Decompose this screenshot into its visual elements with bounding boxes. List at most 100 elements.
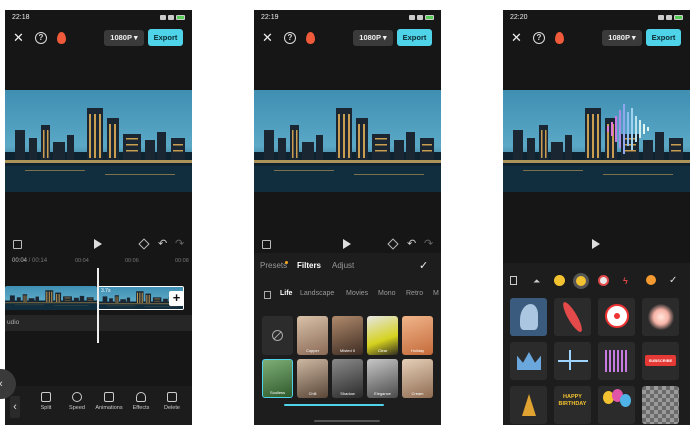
resolution-dropdown[interactable]: 1080P ▾ [104,30,144,46]
delete-button[interactable]: Delete [157,392,187,411]
audio-track[interactable]: udio [5,315,192,331]
close-icon[interactable]: ✕ [262,31,273,45]
play-icon[interactable] [592,239,600,249]
sticker-waveform[interactable] [598,342,635,380]
clip-duration: 3.7s [101,288,111,294]
battery-icon [674,14,683,20]
signal-icon [168,14,174,20]
filter-thumb[interactable]: Holiday [402,316,433,355]
sticker-crown[interactable] [510,342,547,380]
sticker-heart-icon[interactable] [598,275,609,286]
category-more[interactable]: M [433,290,439,297]
top-bar: ✕ ? 1080P ▾ Export [503,28,690,50]
filter-intensity-slider[interactable] [284,404,384,406]
help-icon[interactable]: ? [533,32,545,44]
filter-thumb[interactable]: Elegance [367,359,398,398]
ruler-tick: 00:08 [175,258,189,264]
redo-icon[interactable]: ↷ [424,237,433,250]
status-icons [658,14,683,20]
filter-thumb[interactable]: Clear [367,316,398,355]
bottom-toolbar: Split Speed Animations Effects Delete [5,386,192,425]
bookmark-icon[interactable] [264,291,271,299]
export-button[interactable]: Export [148,29,183,46]
effects-button[interactable]: Effects [126,392,156,411]
toolbar-back-button[interactable]: ‹ [10,396,20,418]
sticker-birthday[interactable]: HAPPY BIRTHDAY [554,386,591,424]
confirm-check-icon[interactable]: ✓ [669,275,677,287]
keyframe-icon[interactable] [138,238,150,250]
undo-icon[interactable]: ↶ [407,237,416,250]
effects-icon [136,392,146,402]
close-icon[interactable]: ✕ [13,31,24,45]
video-preview[interactable] [5,90,192,192]
emoji-smile-icon[interactable] [554,275,565,286]
fullscreen-icon[interactable] [262,240,271,249]
filter-thumb[interactable]: Shadow [332,359,363,398]
resolution-dropdown[interactable]: 1080P ▾ [353,30,393,46]
fullscreen-icon[interactable] [13,240,22,249]
battery-icon [425,14,434,20]
speed-button[interactable]: Speed [62,392,92,411]
fire-icon[interactable] [555,32,564,44]
new-dot-icon [285,261,288,264]
sticker-bolt-icon[interactable]: ϟ [623,275,628,287]
category-movies[interactable]: Movies [346,290,368,297]
sticker-party[interactable] [510,386,547,424]
sticker-clown[interactable] [598,298,635,336]
export-button[interactable]: Export [397,29,432,46]
help-icon[interactable]: ? [35,32,47,44]
confirm-check-icon[interactable]: ✓ [419,259,428,272]
add-clip-button[interactable]: + [169,291,184,306]
export-button[interactable]: Export [646,29,681,46]
emoji-selected-icon[interactable] [573,273,589,289]
filter-thumb[interactable]: Copper [297,316,328,355]
resolution-dropdown[interactable]: 1080P ▾ [602,30,642,46]
filter-name: Holiday [410,348,425,353]
bookmark-icon[interactable] [510,276,517,285]
playhead[interactable] [97,268,99,343]
split-button[interactable]: Split [31,392,61,411]
sticker-heart-glow[interactable] [642,298,679,336]
sticker-pixel-mosaic[interactable] [642,386,679,424]
close-icon[interactable]: ✕ [511,31,522,45]
redo-icon[interactable]: ↷ [175,237,184,250]
help-icon[interactable]: ? [284,32,296,44]
undo-icon[interactable]: ↶ [158,237,167,250]
tab-adjust[interactable]: Adjust [332,261,354,270]
category-mono[interactable]: Mono [378,290,396,297]
top-bar: ✕ ? 1080P ▾ Export [254,28,441,50]
play-icon[interactable] [343,239,351,249]
tab-filters[interactable]: Filters [297,261,321,270]
filter-thumb-selected[interactable]: Soulless [262,359,293,398]
fire-icon[interactable] [57,32,66,44]
animations-button[interactable]: Animations [94,392,124,411]
phone-filters: 22:19 ✕ ? 1080P ▾ Export ↶ ↷ Presets Fil… [254,10,441,425]
status-time: 22:20 [510,13,528,21]
fire-icon[interactable] [306,32,315,44]
waveform-icon [605,350,629,372]
playback-controls [503,239,690,253]
sticker-balloons[interactable] [598,386,635,424]
video-preview[interactable] [503,90,690,192]
keyframe-icon[interactable] [387,238,399,250]
category-life[interactable]: Life [280,290,292,297]
animations-icon [104,392,114,402]
tab-presets[interactable]: Presets [260,261,287,270]
video-clip[interactable] [5,286,97,310]
filter-thumb[interactable]: Misted II [332,316,363,355]
category-landscape[interactable]: Landscape [300,290,334,297]
filter-thumb[interactable]: Chill [297,359,328,398]
sticker-subscribe[interactable]: SUBSCRIBE [642,342,679,380]
heart-icon [648,304,674,330]
ruler-tick: 00:06 [125,258,139,264]
video-preview[interactable] [254,90,441,192]
play-icon[interactable] [94,239,102,249]
category-retro[interactable]: Retro [406,290,423,297]
sticker-surfboard[interactable] [554,298,591,336]
filter-thumb[interactable]: Cream [402,359,433,398]
emoji-wink-icon[interactable] [646,275,656,285]
sticker-pulse[interactable] [554,342,591,380]
filter-none[interactable] [262,316,293,355]
sticker-horse[interactable] [510,298,547,336]
trending-icon[interactable]: ⏶ [533,275,540,287]
